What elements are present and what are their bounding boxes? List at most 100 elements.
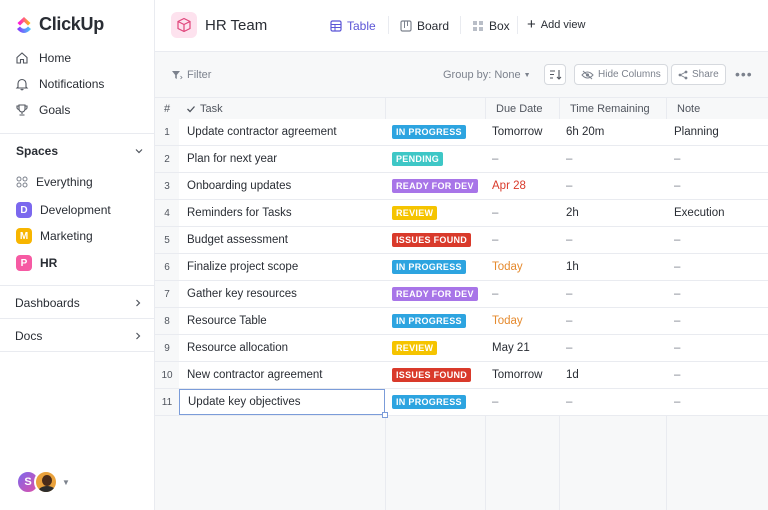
sidebar-item-home[interactable]: Home	[15, 51, 71, 65]
sidebar-item-everything[interactable]: Everything	[16, 175, 93, 189]
column-header-time-remaining[interactable]: Time Remaining	[570, 98, 650, 119]
task-name-cell[interactable]: Reminders for Tasks	[179, 200, 385, 226]
note-cell[interactable]: –	[674, 281, 680, 307]
status-cell[interactable]: READY FOR DEV	[392, 281, 478, 307]
time-remaining-cell[interactable]: –	[566, 227, 572, 253]
note-cell[interactable]: –	[674, 335, 680, 361]
sidebar-item-docs[interactable]: Docs	[15, 329, 143, 343]
status-cell[interactable]: IN PROGRESS	[392, 254, 466, 280]
due-date-cell[interactable]: Tomorrow	[492, 119, 542, 145]
due-date-cell[interactable]: –	[492, 146, 498, 172]
note-cell[interactable]: –	[674, 389, 680, 415]
group-by-select[interactable]: Group by: None ▼	[443, 69, 531, 81]
status-cell[interactable]: REVIEW	[392, 200, 438, 226]
status-cell[interactable]: IN PROGRESS	[392, 389, 466, 415]
sidebar-item-hr[interactable]: P HR	[16, 255, 57, 271]
column-header-task[interactable]: Task	[186, 98, 223, 119]
hide-columns-button[interactable]: Hide Columns	[574, 64, 668, 85]
sidebar-item-development[interactable]: D Development	[16, 202, 111, 218]
sidebar-item-dashboards[interactable]: Dashboards	[15, 296, 143, 310]
due-date-cell[interactable]: –	[492, 200, 498, 226]
time-remaining-cell[interactable]: –	[566, 146, 572, 172]
more-options-icon[interactable]: •••	[735, 66, 753, 82]
box-grid-icon	[473, 21, 483, 31]
due-date-cell[interactable]: Tomorrow	[492, 362, 542, 388]
table-row[interactable]: 6 Finalize project scope IN PROGRESS Today 1…	[155, 254, 768, 281]
clickup-logo[interactable]: ClickUp	[15, 14, 104, 35]
table-row[interactable]: 10 New contractor agreement ISSUES FOUND To…	[155, 362, 768, 389]
time-remaining-cell[interactable]: 1h	[566, 254, 579, 280]
table-row[interactable]: 4 Reminders for Tasks REVIEW – 2h Execution	[155, 200, 768, 227]
column-header-note[interactable]: Note	[677, 98, 700, 119]
task-name-cell[interactable]: Plan for next year	[179, 146, 385, 172]
task-name-cell[interactable]: Onboarding updates	[179, 173, 385, 199]
row-number: 9	[155, 335, 179, 361]
table-row[interactable]: 7 Gather key resources READY FOR DEV – – –	[155, 281, 768, 308]
task-name-cell[interactable]: Update key objectives	[179, 389, 385, 415]
table-row[interactable]: 3 Onboarding updates READY FOR DEV Apr 28 – –	[155, 173, 768, 200]
time-remaining-cell[interactable]: –	[566, 335, 572, 361]
status-cell[interactable]: IN PROGRESS	[392, 119, 466, 145]
share-button[interactable]: Share	[671, 64, 726, 85]
task-name-cell[interactable]: New contractor agreement	[179, 362, 385, 388]
task-name-cell[interactable]: Budget assessment	[179, 227, 385, 253]
note-cell[interactable]: Planning	[674, 119, 719, 145]
status-cell[interactable]: REVIEW	[392, 335, 438, 361]
task-name-cell[interactable]: Finalize project scope	[179, 254, 385, 280]
status-cell[interactable]: ISSUES FOUND	[392, 362, 472, 388]
table-row[interactable]: 8 Resource Table IN PROGRESS Today – –	[155, 308, 768, 335]
table-row[interactable]: 2 Plan for next year PENDING – – –	[155, 146, 768, 173]
note-cell[interactable]: Execution	[674, 200, 725, 226]
fill-handle[interactable]	[382, 412, 388, 418]
time-remaining-cell[interactable]: 2h	[566, 200, 579, 226]
table-row[interactable]: 5 Budget assessment ISSUES FOUND – – –	[155, 227, 768, 254]
sidebar-divider	[0, 285, 155, 286]
add-view-button[interactable]: + Add view	[527, 17, 585, 32]
sidebar-item-notifications[interactable]: Notifications	[15, 77, 104, 91]
due-date-cell[interactable]: May 21	[492, 335, 530, 361]
column-header-due-date[interactable]: Due Date	[496, 98, 542, 119]
filter-button[interactable]: Filter	[171, 69, 211, 81]
due-date-cell[interactable]: Today	[492, 308, 523, 334]
spaces-header[interactable]: Spaces	[16, 144, 144, 158]
note-cell[interactable]: –	[674, 173, 680, 199]
note-cell[interactable]: –	[674, 254, 680, 280]
time-remaining-cell[interactable]: 6h 20m	[566, 119, 604, 145]
table-row[interactable]: 1 Update contractor agreement IN PROGRESS T…	[155, 119, 768, 146]
table-row[interactable]: 9 Resource allocation REVIEW May 21 – –	[155, 335, 768, 362]
due-date-cell[interactable]: –	[492, 281, 498, 307]
user-menu[interactable]: S ▼	[16, 470, 70, 494]
due-date-cell[interactable]: Apr 28	[492, 173, 526, 199]
due-date-cell[interactable]: –	[492, 389, 498, 415]
status-cell[interactable]: ISSUES FOUND	[392, 227, 472, 253]
time-remaining-cell[interactable]: 1d	[566, 362, 579, 388]
tab-label: Table	[347, 19, 376, 33]
note-cell[interactable]: –	[674, 146, 680, 172]
tab-box[interactable]: Box	[472, 19, 510, 33]
sidebar-item-goals[interactable]: Goals	[15, 103, 70, 117]
time-remaining-cell[interactable]: –	[566, 308, 572, 334]
tab-table[interactable]: Table	[330, 19, 376, 33]
task-name-cell[interactable]: Update contractor agreement	[179, 119, 385, 145]
task-name-cell[interactable]: Resource Table	[179, 308, 385, 334]
task-name-cell[interactable]: Resource allocation	[179, 335, 385, 361]
due-date-cell[interactable]: Today	[492, 254, 523, 280]
status-cell[interactable]: PENDING	[392, 146, 444, 172]
sort-button[interactable]	[544, 64, 566, 85]
task-name-cell[interactable]: Gather key resources	[179, 281, 385, 307]
status-cell[interactable]: IN PROGRESS	[392, 308, 466, 334]
time-remaining-cell[interactable]: –	[566, 389, 572, 415]
chevron-down-icon[interactable]	[134, 146, 144, 156]
tab-board[interactable]: Board	[400, 19, 449, 33]
time-remaining-cell[interactable]: –	[566, 281, 572, 307]
note-cell[interactable]: –	[674, 227, 680, 253]
tab-separator	[460, 16, 461, 34]
due-date-cell[interactable]: –	[492, 227, 498, 253]
note-cell[interactable]: –	[674, 308, 680, 334]
table-row[interactable]: 11 Update key objectives IN PROGRESS – – –	[155, 389, 768, 416]
sidebar-item-marketing[interactable]: M Marketing	[16, 228, 93, 244]
note-cell[interactable]: –	[674, 362, 680, 388]
space-badge: D	[16, 202, 32, 218]
status-cell[interactable]: READY FOR DEV	[392, 173, 478, 199]
time-remaining-cell[interactable]: –	[566, 173, 572, 199]
